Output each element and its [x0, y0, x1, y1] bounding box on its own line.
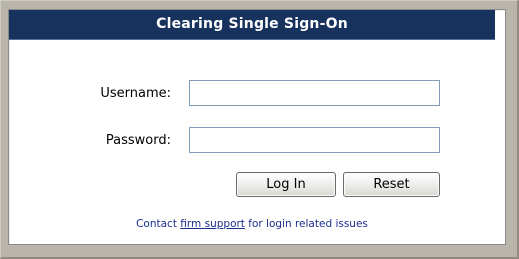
firm-support-link[interactable]: firm support [180, 218, 245, 230]
reset-button[interactable]: Reset [343, 172, 440, 197]
page-title: Clearing Single Sign-On [9, 10, 495, 39]
title-divider [9, 39, 495, 40]
support-note-suffix: for login related issues [244, 218, 368, 230]
password-label: Password: [105, 133, 171, 148]
password-field[interactable] [189, 127, 440, 153]
support-note: Contact firm support for login related i… [9, 218, 495, 230]
support-note-prefix: Contact [136, 218, 181, 230]
username-label: Username: [100, 86, 171, 101]
username-field[interactable] [189, 80, 440, 106]
login-button[interactable]: Log In [236, 172, 336, 197]
